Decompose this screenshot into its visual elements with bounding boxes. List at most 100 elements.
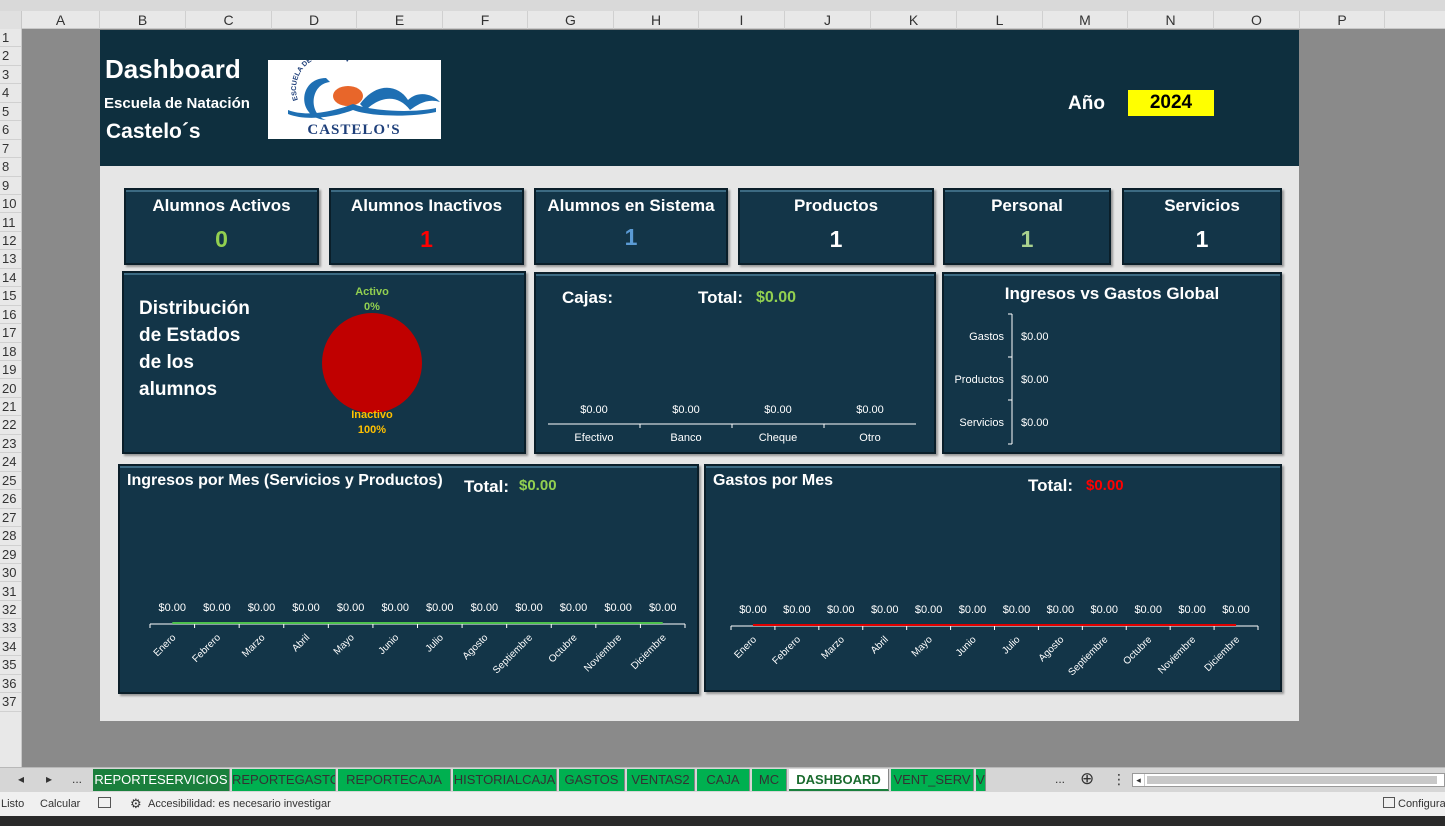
row-header-cell[interactable]: 22 <box>0 416 21 435</box>
column-header-cell[interactable]: E <box>357 11 443 29</box>
row-header-cell[interactable]: 32 <box>0 601 21 620</box>
kpi-value: 1 <box>1195 226 1209 252</box>
row-header-cell[interactable]: 18 <box>0 343 21 362</box>
tab-more-left[interactable]: ... <box>72 772 82 786</box>
row-header-cell[interactable]: 34 <box>0 638 21 657</box>
row-header-cell[interactable]: 7 <box>0 140 21 159</box>
column-header-cell[interactable]: B <box>100 11 186 29</box>
row-header-cell[interactable]: 5 <box>0 103 21 122</box>
month-data-label: $0.00 <box>515 602 543 614</box>
row-header-cell[interactable]: 15 <box>0 287 21 306</box>
month-category-label: Mayo <box>910 634 935 659</box>
year-input[interactable]: 2024 <box>1128 90 1214 116</box>
row-header-cell[interactable]: 10 <box>0 195 21 214</box>
month-category-label: Diciembre <box>1203 634 1243 674</box>
sheet-tab-v[interactable]: V <box>976 769 986 791</box>
column-header-cell[interactable]: C <box>186 11 272 29</box>
row-header-cell[interactable]: 11 <box>0 214 21 232</box>
row-header-cell[interactable]: 33 <box>0 619 21 638</box>
column-header-cell[interactable]: N <box>1128 11 1214 29</box>
row-header-cell[interactable]: 24 <box>0 453 21 472</box>
row-header-cell[interactable]: 12 <box>0 232 21 251</box>
row-header-cell[interactable]: 27 <box>0 509 21 528</box>
row-header-cell[interactable]: 8 <box>0 158 21 177</box>
row-header-cell[interactable]: 9 <box>0 177 21 195</box>
sheet-tab-historialcaja[interactable]: HISTORIALCAJA <box>453 769 557 791</box>
column-header-cell[interactable]: O <box>1214 11 1300 29</box>
row-header-cell[interactable]: 21 <box>0 398 21 417</box>
column-header-cell[interactable]: J <box>785 11 871 29</box>
row-header-cell[interactable]: 14 <box>0 269 21 288</box>
tab-next-icon[interactable]: ▸ <box>46 772 52 786</box>
kpi-card-alumnos-activos: Alumnos Activos 0 <box>124 188 319 265</box>
column-header-cell[interactable]: P <box>1300 11 1385 29</box>
accessibility-icon[interactable]: ⚙ <box>130 796 142 812</box>
scroll-left-icon[interactable]: ◂ <box>1133 774 1145 786</box>
row-header-cell[interactable]: 36 <box>0 675 21 694</box>
row-header-cell[interactable]: 37 <box>0 693 21 712</box>
sheet-tab-reportecaja[interactable]: REPORTECAJA <box>338 769 451 791</box>
kpi-value: 0 <box>215 226 228 252</box>
row-header-cell[interactable]: 23 <box>0 435 21 454</box>
month-category-label: Noviembre <box>582 632 624 674</box>
row-header-cell[interactable]: 35 <box>0 656 21 675</box>
cajas-category-label: Cheque <box>759 432 798 444</box>
scrollbar-thumb[interactable] <box>1147 776 1437 784</box>
display-settings-icon[interactable] <box>1383 797 1395 808</box>
sheet-tab-reporteservicios[interactable]: REPORTESERVICIOS <box>93 769 230 791</box>
sheet-tab-gastos[interactable]: GASTOS <box>559 769 625 791</box>
row-header-cell[interactable]: 19 <box>0 361 21 380</box>
sheet-tab-ventas2[interactable]: VENTAS2 <box>627 769 695 791</box>
column-header-cell[interactable]: G <box>528 11 614 29</box>
status-accessibility[interactable]: Accesibilidad: es necesario investigar <box>148 798 331 810</box>
row-header-cell[interactable]: 13 <box>0 250 21 269</box>
status-config[interactable]: Configura <box>1398 798 1445 810</box>
month-category-label: Enero <box>732 634 759 661</box>
row-header-cell[interactable]: 30 <box>0 564 21 583</box>
row-header-cell[interactable]: 29 <box>0 546 21 564</box>
row-header-cell[interactable]: 31 <box>0 583 21 601</box>
column-header-cell[interactable]: H <box>614 11 699 29</box>
sheet-tab-vent_serv[interactable]: VENT_SERV <box>891 769 974 791</box>
gastos-line-chart: $0.00 Enero $0.00 Febrero $0.00 Marzo $0.00 Abr… <box>730 604 1259 678</box>
column-header-cell[interactable]: D <box>272 11 357 29</box>
horizontal-scrollbar[interactable]: ◂ <box>1132 773 1445 787</box>
pie-slice-inactivo <box>322 313 422 413</box>
logo-text: CASTELO'S <box>307 122 400 138</box>
row-header-cell[interactable]: 1 <box>0 29 21 48</box>
row-header-cell[interactable]: 28 <box>0 527 21 546</box>
kpi-card-productos: Productos 1 <box>738 188 934 265</box>
status-calc[interactable]: Calcular <box>40 798 80 810</box>
add-sheet-icon[interactable]: ⊕ <box>1080 769 1094 789</box>
row-header-cell[interactable]: 2 <box>0 47 21 66</box>
column-header-cell[interactable]: L <box>957 11 1043 29</box>
month-data-label: $0.00 <box>203 602 231 614</box>
row-header-cell[interactable]: 25 <box>0 472 21 491</box>
sheet-tab-reportegastos[interactable]: REPORTEGASTOS <box>232 769 336 791</box>
cajas-data-label: $0.00 <box>764 404 792 416</box>
row-header-cell[interactable]: 3 <box>0 66 21 85</box>
column-header-cell[interactable]: A <box>22 11 100 29</box>
sheet-tab-caja[interactable]: CAJA <box>697 769 750 791</box>
select-all-corner[interactable] <box>0 11 22 29</box>
cajas-card: Cajas: Total: $0.00 $0.00 Efectivo $0.00 Ba… <box>534 272 936 454</box>
column-header-cell[interactable]: F <box>443 11 528 29</box>
row-header-cell[interactable]: 17 <box>0 324 21 343</box>
row-header-cell[interactable]: 4 <box>0 84 21 103</box>
month-data-label: $0.00 <box>560 602 588 614</box>
column-header-cell[interactable]: K <box>871 11 957 29</box>
tab-more-right[interactable]: ... <box>1055 772 1065 786</box>
column-header-cell[interactable]: M <box>1043 11 1128 29</box>
sheet-tab-mc[interactable]: MC <box>752 769 787 791</box>
month-category-label: Marzo <box>240 632 268 660</box>
sheet-tab-dashboard[interactable]: DASHBOARD <box>789 769 889 791</box>
tab-prev-icon[interactable]: ◂ <box>18 772 24 786</box>
column-header-cell[interactable]: I <box>699 11 785 29</box>
row-header-cell[interactable]: 20 <box>0 380 21 398</box>
macro-record-icon[interactable] <box>98 797 111 808</box>
row-header-cell[interactable]: 6 <box>0 121 21 140</box>
row-header-cell[interactable]: 26 <box>0 490 21 509</box>
sheet-menu-icon[interactable]: ⋮ <box>1112 771 1126 788</box>
month-category-label: Febrero <box>770 634 803 667</box>
row-header-cell[interactable]: 16 <box>0 306 21 325</box>
